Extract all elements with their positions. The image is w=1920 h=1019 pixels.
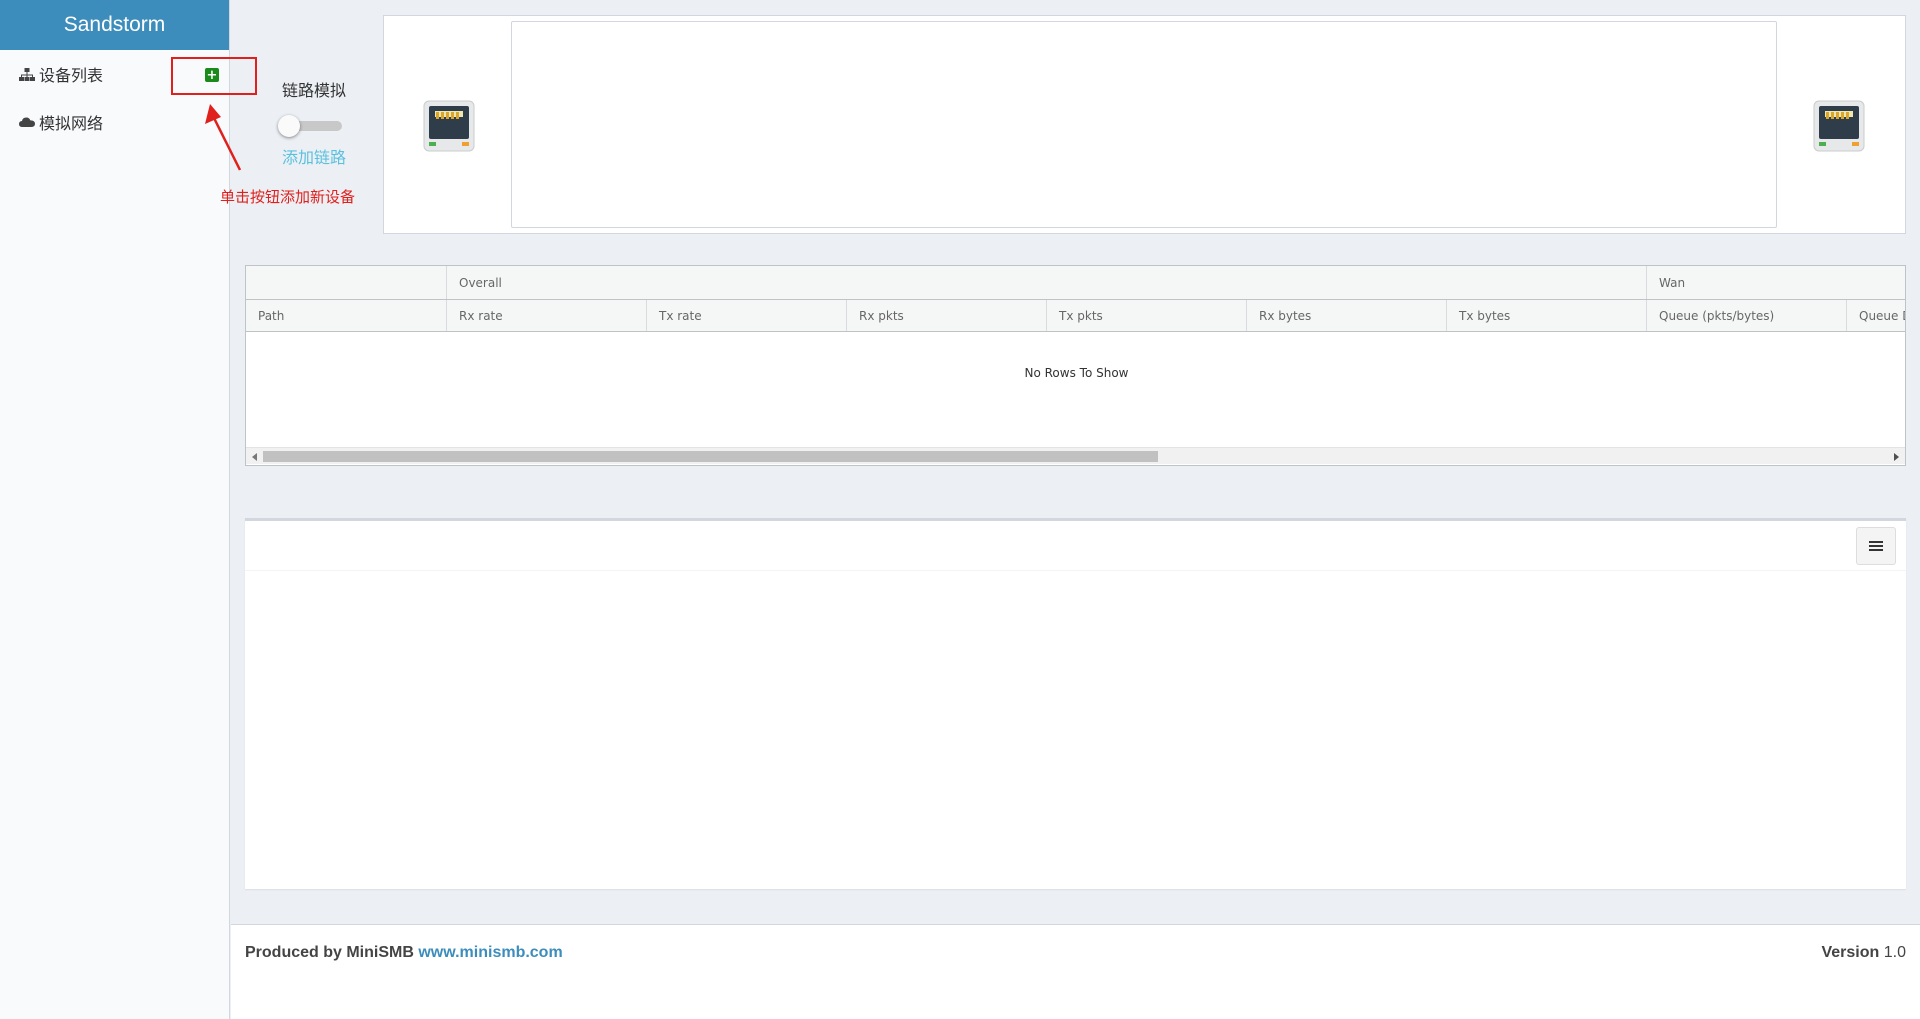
chart-panel-header [245, 521, 1906, 571]
sidebar-item-label: 设备列表 [39, 66, 104, 85]
group-header-wan: Wan [1646, 266, 1905, 299]
table-header-row: Path Rx rate Tx rate Rx pkts Tx pkts Rx … [246, 300, 1905, 332]
footer-version: Version 1.0 [1821, 944, 1906, 962]
footer-credit: Produced by MiniSMB www.minismb.com [245, 944, 563, 962]
column-header[interactable]: Rx rate [446, 300, 646, 331]
link-canvas[interactable] [511, 21, 1777, 228]
cloud-icon [18, 114, 36, 130]
sitemap-icon [18, 66, 36, 82]
chart-menu-button[interactable] [1856, 527, 1896, 565]
link-simulation-toggle[interactable] [278, 115, 344, 137]
link-simulation-title: 链路模拟 [282, 81, 347, 100]
add-link-button[interactable]: 添加链路 [282, 144, 346, 168]
hamburger-menu-icon [1869, 541, 1883, 551]
footer: Produced by MiniSMB www.minismb.com Vers… [231, 924, 1920, 1019]
version-label: Version [1821, 944, 1880, 961]
stats-table: Overall Wan Path Rx rate Tx rate Rx pkts… [245, 265, 1906, 466]
sidebar-item-simulated-network[interactable]: 模拟网络 [18, 110, 103, 134]
toggle-knob [278, 115, 300, 137]
column-header[interactable]: Queue D [1846, 300, 1905, 331]
sidebar: Sandstorm 设备列表 模拟网络 [0, 0, 230, 1019]
scroll-left-icon[interactable] [252, 453, 257, 461]
ethernet-port-icon[interactable] [1813, 100, 1865, 152]
column-header[interactable]: Tx pkts [1046, 300, 1246, 331]
column-header[interactable]: Tx bytes [1446, 300, 1646, 331]
column-header[interactable]: Queue (pkts/bytes) [1646, 300, 1846, 331]
table-group-header-row: Overall Wan [246, 266, 1905, 300]
brand-title[interactable]: Sandstorm [0, 0, 229, 50]
column-header[interactable]: Tx rate [646, 300, 846, 331]
column-header[interactable]: Rx pkts [846, 300, 1046, 331]
footer-produced-by: Produced by MiniSMB [245, 944, 414, 961]
annotation-highlight-box [171, 57, 257, 95]
version-value: 1.0 [1883, 944, 1906, 961]
table-empty-message: No Rows To Show [1024, 366, 1129, 380]
horizontal-scrollbar[interactable] [246, 447, 1905, 464]
scroll-right-icon[interactable] [1894, 453, 1899, 461]
annotation-arrow-icon [205, 104, 242, 171]
column-header[interactable]: Rx bytes [1246, 300, 1446, 331]
sidebar-item-device-list[interactable]: 设备列表 [18, 62, 103, 86]
scrollbar-thumb[interactable] [263, 451, 1158, 462]
chart-panel [245, 518, 1906, 889]
group-header-overall: Overall [446, 266, 1646, 299]
footer-website-link[interactable]: www.minismb.com [418, 944, 562, 961]
column-header[interactable]: Path [246, 300, 446, 331]
topology-panel [383, 15, 1906, 234]
ethernet-port-icon[interactable] [423, 100, 475, 152]
annotation-text: 单击按钮添加新设备 [220, 188, 356, 206]
sidebar-item-label: 模拟网络 [39, 114, 104, 133]
group-header-cell [246, 266, 446, 299]
